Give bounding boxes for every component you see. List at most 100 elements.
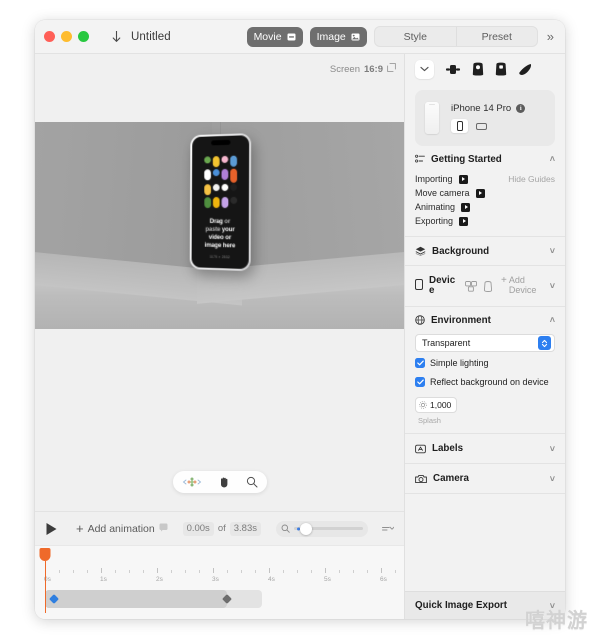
playhead-handle[interactable] xyxy=(39,548,51,561)
guide-item-animating[interactable]: Animating xyxy=(415,200,555,214)
portrait-orientation-icon[interactable] xyxy=(451,119,468,133)
drop-instructions: Drag or paste your video or image here xyxy=(196,217,243,251)
minimize-button[interactable] xyxy=(61,31,72,42)
image-mode-button[interactable]: Image xyxy=(309,26,367,47)
guide-label: Move camera xyxy=(415,188,470,198)
canvas-floating-toolbar xyxy=(172,471,267,493)
section-header-camera[interactable]: Camera ˅ xyxy=(415,464,555,493)
section-header-device[interactable]: Device + Add Device ˅ xyxy=(415,266,555,306)
canvas-topbar: Screen 16:9 xyxy=(35,54,404,84)
splash-input[interactable]: 1,000 xyxy=(415,397,457,413)
app-window: Untitled Movie Image Style Preset » Scre… xyxy=(35,20,565,619)
play-icon[interactable] xyxy=(45,522,58,536)
section-header-background[interactable]: Background ˅ xyxy=(415,237,555,265)
screen-ratio-indicator[interactable]: Screen 16:9 xyxy=(330,63,396,75)
chevron-down-icon[interactable]: ˅ xyxy=(550,281,555,291)
document-title[interactable]: Untitled xyxy=(131,31,171,43)
chevron-up-icon[interactable]: ˄ xyxy=(550,315,555,325)
ruler-label: 5s xyxy=(324,576,331,583)
animation-clip[interactable] xyxy=(45,590,227,608)
hand-tool-icon[interactable] xyxy=(218,476,230,488)
canvas-stage[interactable]: Drag or paste your video or image here 1… xyxy=(35,84,404,511)
ruler-tick xyxy=(297,570,298,573)
selected-device-card[interactable]: iPhone 14 Pro i xyxy=(415,90,555,146)
movie-icon xyxy=(287,33,296,41)
section-header-getting-started[interactable]: Getting Started ˄ xyxy=(415,146,555,172)
add-device-button[interactable]: + Add Device xyxy=(501,275,536,295)
guide-label: Importing xyxy=(415,174,453,184)
device-front-icon[interactable] xyxy=(472,62,484,76)
device-meta: iPhone 14 Pro i xyxy=(451,103,526,133)
ruler-tick xyxy=(325,568,326,573)
tab-style[interactable]: Style xyxy=(375,27,456,46)
section-title-device: Device xyxy=(429,274,456,296)
grid-pill xyxy=(228,168,237,183)
section-title-camera: Camera xyxy=(433,473,469,484)
download-arrow-icon[interactable] xyxy=(109,29,123,45)
tab-preset[interactable]: Preset xyxy=(455,27,537,46)
device-mockup[interactable]: Drag or paste your video or image here 1… xyxy=(189,133,251,272)
movie-mode-button[interactable]: Movie xyxy=(246,26,303,47)
simple-lighting-row[interactable]: Simple lighting xyxy=(415,355,555,371)
canvas-column: Screen 16:9 Drag or paste your video or … xyxy=(35,54,405,619)
simple-lighting-label: Simple lighting xyxy=(430,358,489,368)
dynamic-island xyxy=(210,139,230,146)
chevron-down-icon[interactable]: ˅ xyxy=(550,444,555,454)
current-time-value[interactable]: 0.00s xyxy=(182,521,214,536)
ruler-tick xyxy=(185,570,186,573)
total-time-value[interactable]: 3.83s xyxy=(229,521,261,536)
environment-body: Transparent Simple lighting Reflect back… xyxy=(415,334,555,433)
chevron-up-icon[interactable]: ˄ xyxy=(550,154,555,164)
duplicate-device-icon[interactable] xyxy=(465,280,477,292)
timeline-ruler[interactable]: 0s 1s 2s 3s 4s 5s 6s xyxy=(44,554,396,583)
section-header-environment[interactable]: Environment ˄ xyxy=(415,307,555,333)
environment-preset-select[interactable]: Transparent xyxy=(415,334,555,352)
info-icon[interactable]: i xyxy=(516,104,526,113)
play-guide-icon[interactable] xyxy=(458,174,468,184)
transport-bar: + Add animation 0.00s of 3.83s xyxy=(35,511,404,545)
guide-item-exporting[interactable]: Exporting xyxy=(415,214,555,228)
presets-chevron-icon[interactable] xyxy=(415,59,434,79)
ruler-label: 1s xyxy=(100,576,107,583)
drop-line1-dim: or xyxy=(222,217,230,225)
add-animation-label: Add animation xyxy=(87,522,155,535)
simple-lighting-checkbox[interactable] xyxy=(415,358,425,368)
phone-screen[interactable]: Drag or paste your video or image here 1… xyxy=(191,135,249,269)
watermark: 嘻神游 xyxy=(525,608,588,632)
guide-item-move-camera[interactable]: Move camera xyxy=(415,186,555,200)
section-header-labels[interactable]: Labels ˅ xyxy=(415,434,555,463)
zoom-slider-knob[interactable] xyxy=(300,522,313,535)
landscape-orientation-icon[interactable] xyxy=(473,119,490,133)
grid-pill xyxy=(228,183,237,191)
reflect-background-row[interactable]: Reflect background on device xyxy=(415,374,555,390)
close-button[interactable] xyxy=(44,31,55,42)
inspector-spacer xyxy=(405,494,565,591)
hide-guides-button[interactable]: Hide Guides xyxy=(508,174,555,184)
camera-rig-icon[interactable] xyxy=(445,63,461,76)
text-label-icon xyxy=(415,444,426,454)
stepper-icon[interactable] xyxy=(538,336,551,350)
chevron-down-icon[interactable]: ˅ xyxy=(550,474,555,484)
zoom-track[interactable] xyxy=(294,522,363,535)
fit-timeline-icon[interactable] xyxy=(382,524,394,533)
chevron-down-icon[interactable]: ˅ xyxy=(550,246,555,256)
zoom-button[interactable] xyxy=(78,31,89,42)
timeline-panel[interactable]: 0s 1s 2s 3s 4s 5s 6s xyxy=(35,545,404,619)
play-guide-icon[interactable] xyxy=(461,202,471,212)
animation-track[interactable] xyxy=(45,590,262,608)
play-guide-icon[interactable] xyxy=(475,188,485,198)
play-guide-icon[interactable] xyxy=(459,216,469,226)
reflect-background-checkbox[interactable] xyxy=(415,377,425,387)
toolbar-overflow-icon[interactable]: » xyxy=(545,29,556,44)
add-animation-button[interactable]: + Add animation xyxy=(76,522,168,535)
grid-pill xyxy=(203,168,211,180)
ruler-tick xyxy=(227,570,228,573)
copy-device-icon[interactable] xyxy=(483,280,493,292)
move-axis-icon[interactable] xyxy=(182,476,202,488)
device-back-icon[interactable] xyxy=(495,62,507,76)
guide-item-importing[interactable]: Importing Hide Guides xyxy=(415,172,555,186)
device-angle-icon[interactable] xyxy=(518,63,532,76)
timeline-zoom-slider[interactable] xyxy=(276,520,368,537)
hint-badge-icon xyxy=(159,523,168,535)
zoom-tool-icon[interactable] xyxy=(246,476,258,488)
